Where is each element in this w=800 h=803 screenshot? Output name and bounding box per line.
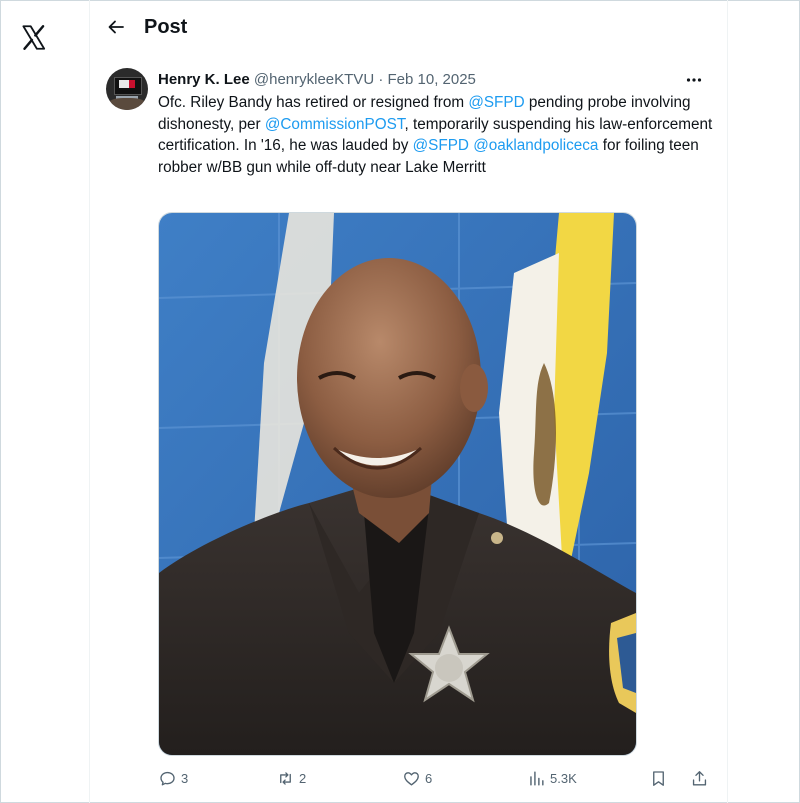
reply-icon [160,771,175,786]
post-date[interactable]: Feb 10, 2025 [388,71,476,88]
column-divider-left [89,0,90,803]
like-count: 6 [425,770,433,786]
bookmark-icon [653,770,664,786]
date-separator: · [378,71,384,88]
like-button[interactable]: 6 [402,764,432,792]
author-name[interactable]: Henry K. Lee [158,71,250,88]
post-text: Ofc. Riley Bandy has retired or resigned… [158,92,723,178]
column-divider-right [727,0,728,803]
repost-button[interactable]: 2 [276,764,306,792]
author-handle[interactable]: @henrykleeKTVU [254,71,374,88]
reply-count: 3 [181,770,189,786]
repost-icon [280,771,291,785]
reply-button[interactable]: 3 [158,764,188,792]
mention-link-sfpd[interactable]: @SFPD [413,137,469,154]
post-photo[interactable] [158,212,637,756]
views-button[interactable]: 5.3K [527,764,577,792]
avatar[interactable] [106,68,148,110]
page-title: Post [144,16,188,38]
mention-link-commissionpost[interactable]: @CommissionPOST [265,116,405,133]
post-text-segment: Ofc. Riley Bandy has retired or resigned… [158,94,469,111]
x-logo-icon[interactable] [20,24,47,51]
author-line: Henry K. Lee @henrykleeKTVU · Feb 10, 20… [158,70,476,90]
mention-link-oaklandpoliceca[interactable]: @oaklandpoliceca [473,137,598,154]
share-icon [692,770,707,786]
officer-portrait-image [159,213,636,755]
post-header: Post [90,0,727,54]
views-icon [530,770,544,786]
mention-link-sfpd[interactable]: @SFPD [468,94,524,111]
left-nav [0,0,89,803]
action-bar: 3 2 6 5.3K [158,764,718,792]
like-icon [404,771,419,786]
share-button[interactable] [690,764,709,792]
bookmark-button[interactable] [649,764,668,792]
more-icon[interactable] [684,70,704,90]
back-arrow-icon[interactable] [104,15,128,39]
repost-count: 2 [299,770,307,786]
view-count: 5.3K [550,770,577,786]
